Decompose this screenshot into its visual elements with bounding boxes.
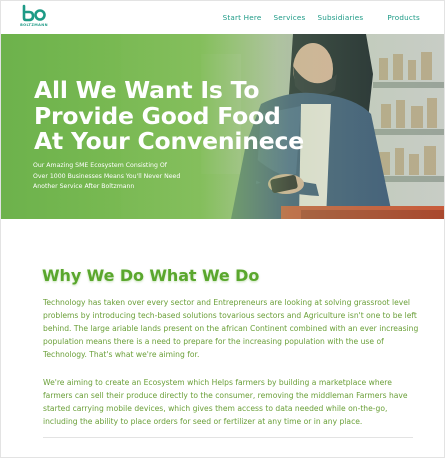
- nav-link-products[interactable]: Products: [387, 13, 420, 22]
- brand-logo-icon: [22, 4, 46, 22]
- hero-subtitle-line: Our Amazing SME Ecosystem Consisting Of: [33, 162, 167, 169]
- brand-logo-text: BOLTZMANN: [20, 23, 48, 27]
- hero-subtitle: Our Amazing SME Ecosystem Consisting Of …: [33, 161, 203, 193]
- hero-subtitle-line: Over 1000 Businesses Means You'll Never …: [33, 172, 181, 180]
- hero-banner: All We Want Is To Provide Good Food At Y…: [1, 34, 444, 219]
- page-frame: BOLTZMANN Start Here Services Subsidiari…: [0, 0, 445, 458]
- section-title: Why We Do What We Do: [42, 266, 260, 285]
- hero-title-line: All We Want Is To: [34, 76, 260, 104]
- about-paragraph: We're aiming to create an Ecosystem whic…: [43, 378, 408, 427]
- nav-link-subsidiaries[interactable]: Subsidiaries: [317, 13, 363, 22]
- about-paragraph: Technology has taken over every sector a…: [43, 298, 419, 360]
- hero-title: All We Want Is To Provide Good Food At Y…: [34, 76, 334, 155]
- hero-title-line: Provide Good Food: [34, 101, 281, 130]
- nav-links: Start Here Services Subsidiaries Product…: [223, 13, 420, 22]
- nav-link-services[interactable]: Services: [274, 13, 306, 22]
- brand-logo[interactable]: BOLTZMANN: [19, 4, 49, 31]
- section-divider: [43, 437, 413, 438]
- hero-title-line: At Your Conveninece: [34, 127, 305, 155]
- hero-subtitle-line: Another Service After Boltzmann: [33, 183, 135, 191]
- nav-link-start-here[interactable]: Start Here: [223, 13, 262, 22]
- top-nav: BOLTZMANN Start Here Services Subsidiari…: [1, 1, 444, 34]
